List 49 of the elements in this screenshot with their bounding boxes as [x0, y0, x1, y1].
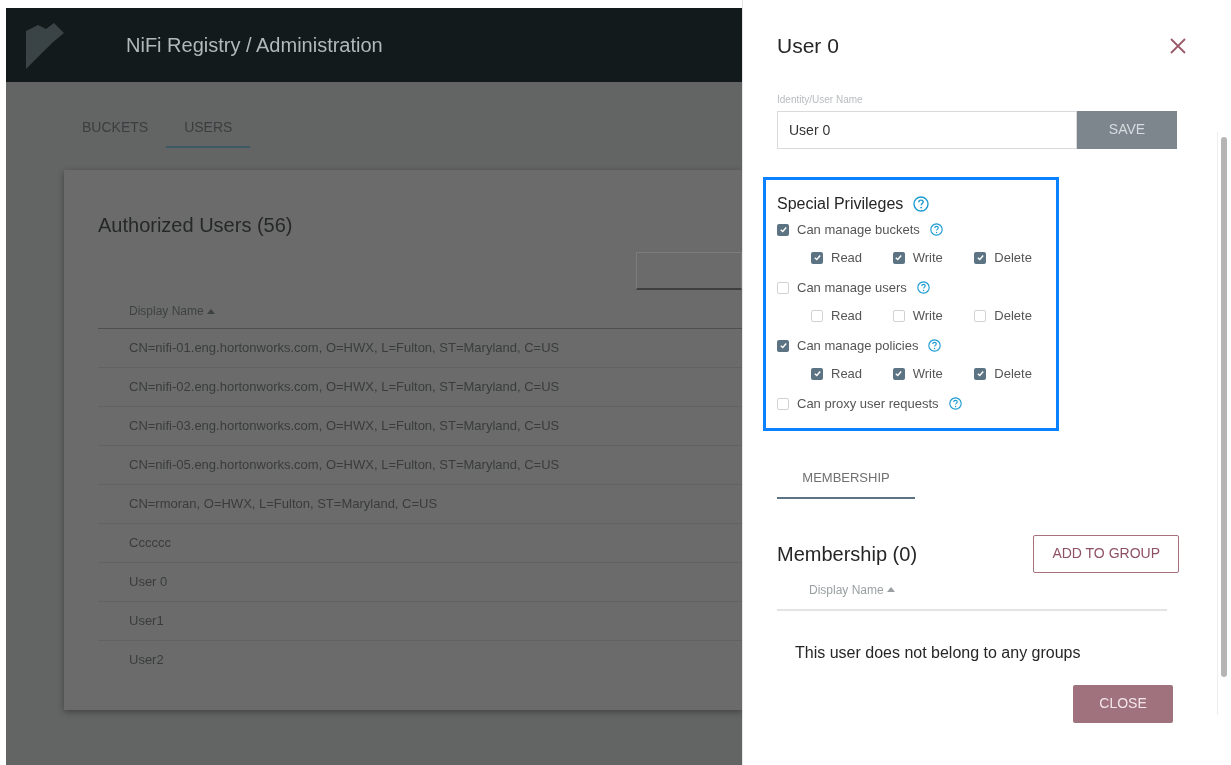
checkbox-label: Delete: [994, 364, 1032, 383]
sort-ascending-icon: [886, 587, 895, 592]
checkbox[interactable]: [811, 309, 823, 322]
checkbox-label: Can manage buckets: [797, 220, 920, 239]
checkbox-label: Read: [831, 364, 863, 383]
help-icon[interactable]: [948, 397, 962, 410]
column-header[interactable]: Display Name: [809, 580, 884, 599]
checkbox[interactable]: [974, 309, 987, 322]
checkbox-label: Can proxy user requests: [797, 394, 939, 413]
checkbox-label: Write: [912, 248, 943, 267]
checkbox[interactable]: [811, 251, 823, 264]
page-title: NiFi Registry / Administration: [126, 33, 383, 58]
checkbox[interactable]: [892, 251, 905, 264]
checkbox[interactable]: [777, 339, 789, 352]
checkbox-label: Read: [831, 306, 863, 325]
checkbox-label: Write: [912, 306, 943, 325]
field-label: Identity/User Name: [777, 92, 864, 107]
help-icon[interactable]: [913, 195, 930, 212]
section-title: Membership (0): [777, 541, 918, 567]
help-icon[interactable]: [929, 223, 943, 236]
checkbox[interactable]: [777, 397, 789, 410]
card-title: Authorized Users (56): [98, 213, 293, 238]
tab[interactable]: MEMBERSHIP: [777, 458, 915, 499]
help-icon[interactable]: [916, 281, 930, 294]
checkbox[interactable]: [811, 367, 823, 380]
checkbox-label: Read: [831, 248, 863, 267]
checkbox-label: Delete: [994, 248, 1032, 267]
checkbox-label: Write: [912, 364, 943, 383]
close-button[interactable]: CLOSE: [1073, 684, 1173, 723]
checkbox[interactable]: [892, 309, 905, 322]
checkbox-label: Can manage users: [797, 278, 907, 297]
add-to-group-button[interactable]: ADD TO GROUP: [1033, 534, 1179, 573]
checkbox[interactable]: [974, 367, 987, 380]
save-button[interactable]: SAVE: [1077, 110, 1177, 149]
checkbox-label: Delete: [994, 306, 1032, 325]
logo-icon[interactable]: [24, 21, 66, 69]
identity-field[interactable]: User 0: [777, 110, 1077, 149]
panel-title: User 0: [777, 33, 839, 59]
sort-ascending-icon: [206, 308, 215, 314]
checkbox[interactable]: [892, 367, 905, 380]
section-title: Special Privileges: [777, 193, 904, 214]
scrollbar[interactable]: [1217, 131, 1230, 715]
checkbox[interactable]: [777, 223, 789, 236]
empty-message: This user does not belong to any groups: [795, 642, 1082, 663]
help-icon[interactable]: [928, 339, 942, 352]
checkbox[interactable]: [777, 281, 789, 294]
checkbox[interactable]: [974, 251, 987, 264]
checkbox-label: Can manage policies: [797, 336, 919, 355]
close-icon[interactable]: [1169, 36, 1187, 55]
